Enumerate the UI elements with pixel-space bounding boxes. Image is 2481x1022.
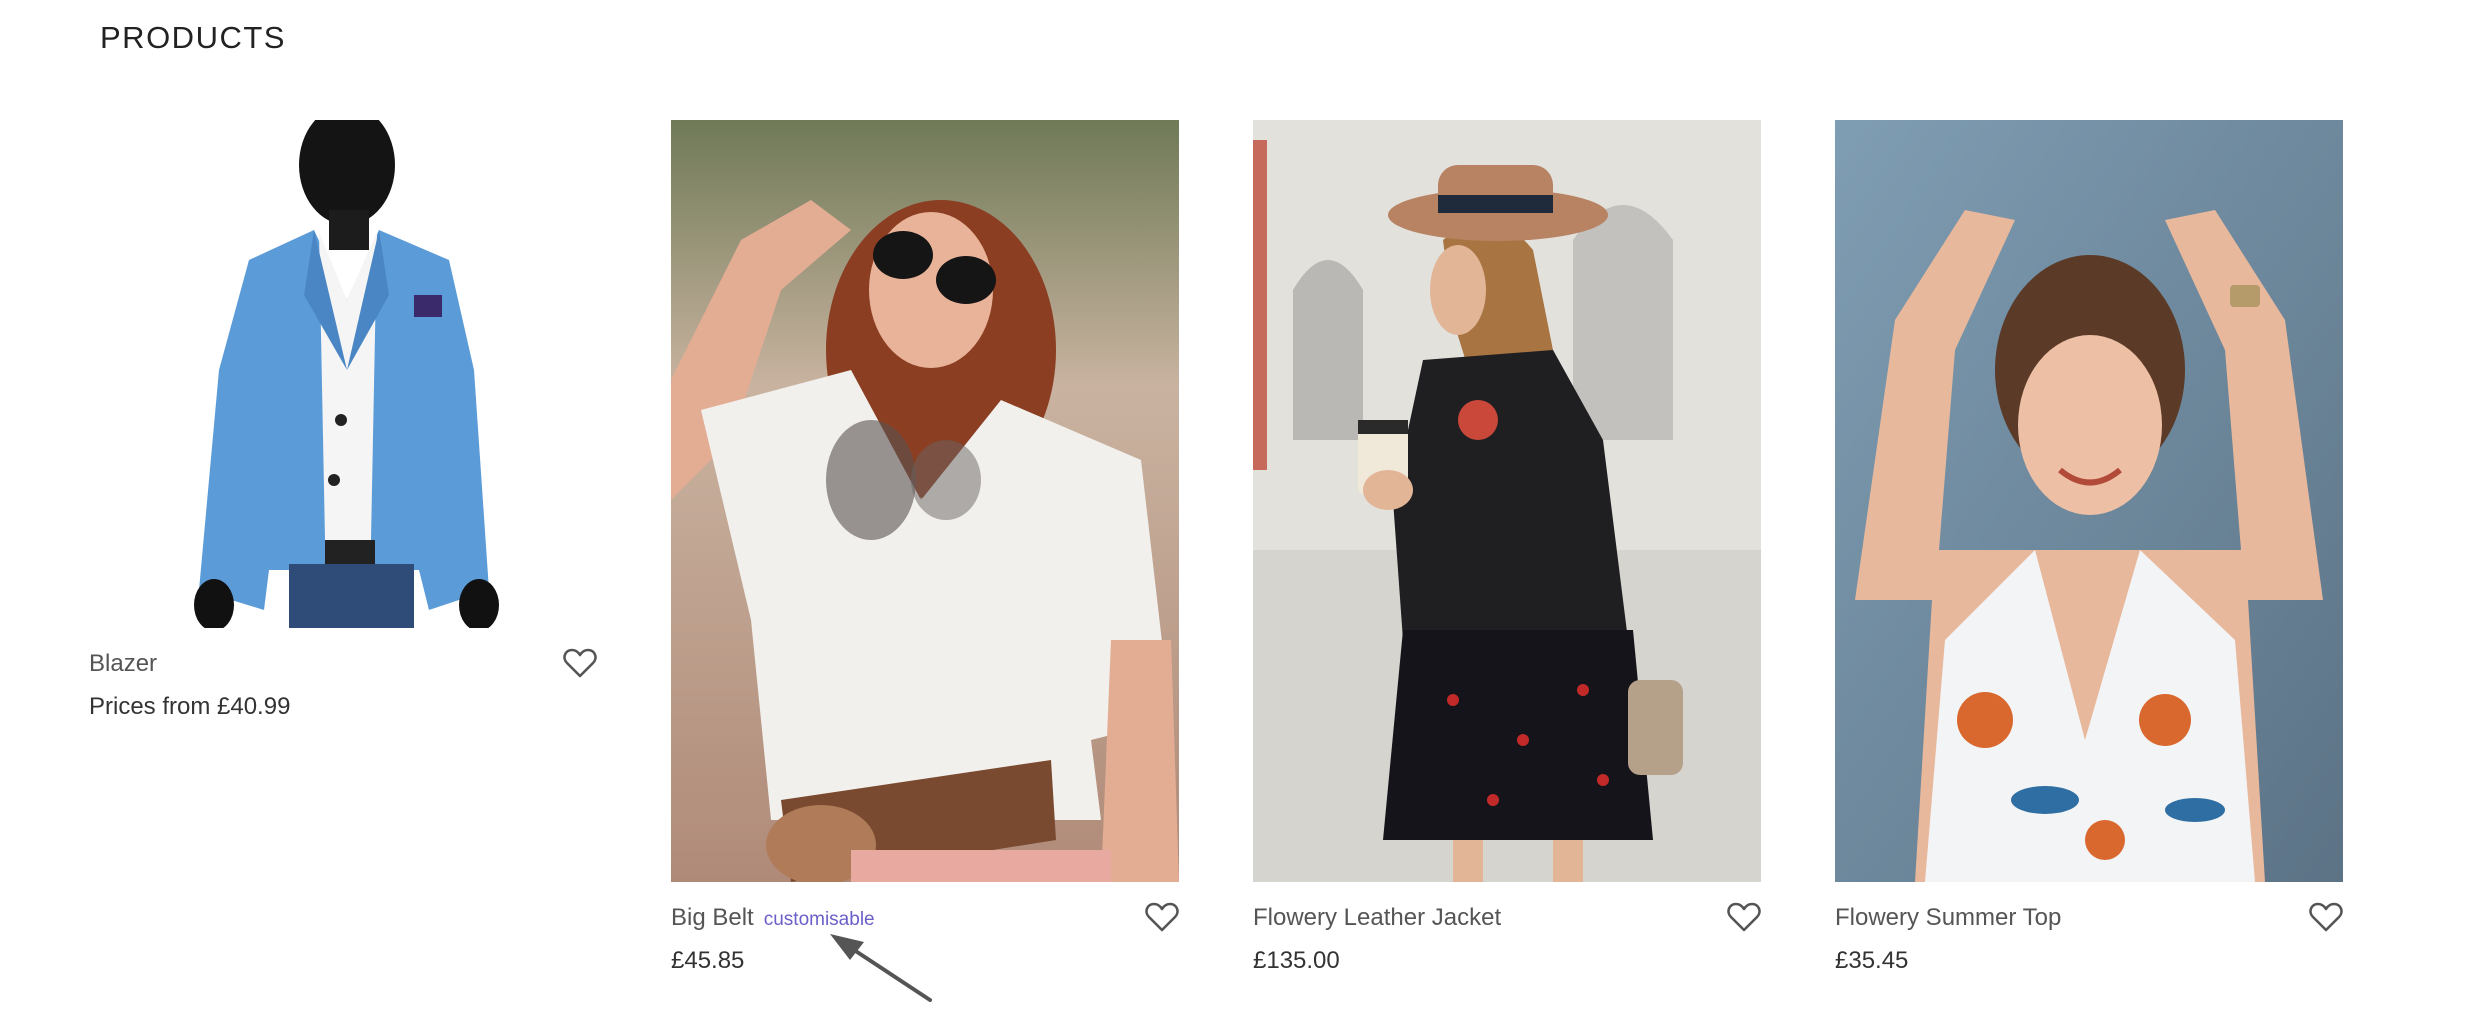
product-image-flowery-leather-jacket[interactable] — [1253, 120, 1761, 882]
product-price: £35.45 — [1835, 947, 1909, 974]
product-price: Prices from £40.99 — [89, 693, 291, 720]
arrow-icon — [818, 930, 948, 1010]
heart-icon[interactable] — [2309, 902, 2343, 932]
product-name[interactable]: Big Belt — [671, 904, 754, 932]
product-card-blazer[interactable]: Blazer Prices from £40.99 — [89, 120, 597, 728]
heart-icon[interactable] — [563, 648, 597, 678]
customisable-badge: customisable — [763, 909, 875, 930]
heart-icon[interactable] — [1145, 902, 1179, 932]
product-card-flowery-summer-top[interactable]: Flowery Summer Top £35.45 — [1835, 120, 2343, 982]
product-price: £45.85 — [671, 947, 745, 974]
page-title: PRODUCTS — [100, 20, 286, 55]
product-image-blazer[interactable] — [89, 120, 597, 628]
product-name[interactable]: Flowery Leather Jacket — [1253, 904, 1501, 932]
product-image-flowery-summer-top[interactable] — [1835, 120, 2343, 882]
product-name[interactable]: Flowery Summer Top — [1835, 904, 2061, 932]
product-card-big-belt[interactable]: Big Belt customisable £45.85 — [671, 120, 1179, 982]
product-name[interactable]: Blazer — [89, 650, 157, 678]
product-card-flowery-leather-jacket[interactable]: Flowery Leather Jacket £135.00 — [1253, 120, 1761, 982]
product-image-big-belt[interactable] — [671, 120, 1179, 882]
heart-icon[interactable] — [1727, 902, 1761, 932]
product-price: £135.00 — [1253, 947, 1340, 974]
